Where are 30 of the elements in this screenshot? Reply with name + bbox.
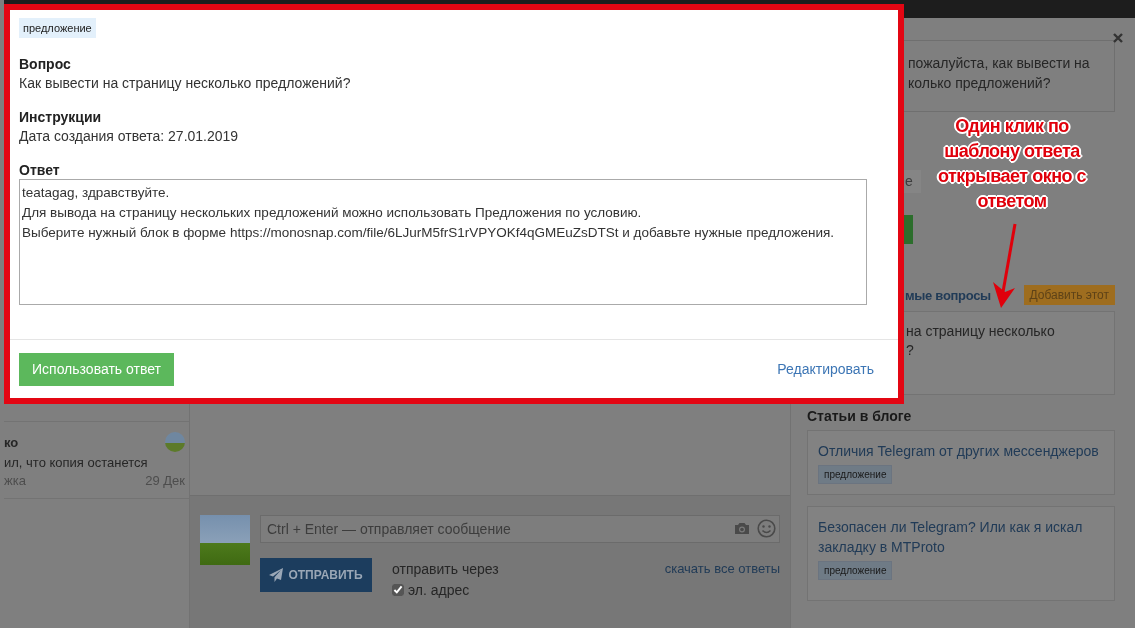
photo-placeholder — [200, 515, 250, 565]
article-link[interactable]: Безопасен ли Telegram? Или как я искал закладку в MTProto — [818, 517, 1104, 557]
smiley-icon[interactable] — [757, 519, 776, 538]
send-button[interactable]: ОТПРАВИТЬ — [260, 558, 372, 592]
close-icon[interactable] — [1113, 33, 1123, 43]
camera-icon[interactable] — [734, 522, 750, 535]
add-button[interactable]: Добавить этот — [1023, 285, 1115, 305]
send-via-label: отправить через — [392, 561, 499, 577]
use-answer-button[interactable]: Использовать ответ — [19, 352, 174, 386]
section-text: Дата создания ответа: 27.01.2019 — [19, 128, 240, 144]
article-link[interactable]: Отличия Telegram от других мессенджеров — [818, 441, 1104, 461]
checkbox-label: эл. адрес — [408, 582, 470, 598]
section-heading: мые вопросы — [905, 287, 991, 303]
download-link[interactable]: скачать все ответы — [664, 561, 780, 576]
section-text: Как вывести на страницу несколько предложений? — [19, 75, 352, 91]
tag: предложение — [19, 18, 96, 38]
checkbox[interactable] — [392, 584, 404, 596]
message-field[interactable]: Ctrl + Enter — отправляет сообщение — [260, 515, 780, 543]
section-heading: Статьи в блоге — [807, 408, 913, 424]
answer-field[interactable]: teatagag, здравствуйте. Для вывода на страницу нескольких предложений можно использовать Предложения по условию. Выберите нужный блок в форме https://monosnap.com/file/6LJurM5frS1rVPYOKf4qGMEuZsDTSt и добавьте нужные предложения. — [19, 179, 867, 305]
section-heading: Инструкции — [19, 109, 103, 125]
avatar-icon — [165, 432, 185, 452]
tag: предложение — [818, 465, 893, 484]
paper-plane-icon — [269, 568, 285, 582]
tag: предложение — [818, 561, 893, 580]
message-preview: ил, что копия останется — [4, 455, 149, 470]
annotation-text: Один клик по шаблону ответа открывает окно с ответом — [936, 115, 1088, 213]
section-heading: Вопрос — [19, 56, 72, 72]
contact-name: ко — [4, 434, 19, 450]
section-heading: Ответ — [19, 162, 61, 178]
